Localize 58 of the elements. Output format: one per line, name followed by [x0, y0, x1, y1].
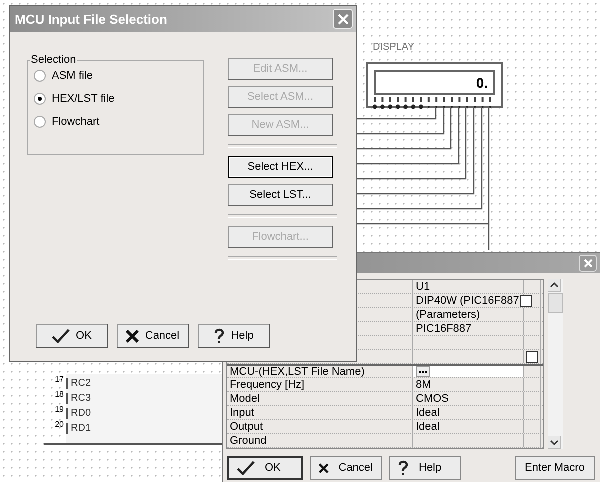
ok-button[interactable]: OK	[227, 456, 303, 480]
property-value: U1	[416, 280, 430, 292]
help-button[interactable]: Help	[198, 324, 270, 348]
property-name: Frequency [Hz]	[230, 378, 305, 390]
close-icon	[584, 258, 592, 268]
property-value: CMOS	[416, 392, 449, 404]
group-label: Selection	[30, 54, 78, 66]
property-name: Ground	[230, 434, 267, 446]
property-value: Ideal	[416, 420, 440, 432]
question-mark-icon	[398, 460, 409, 476]
ok-button[interactable]: OK	[36, 324, 108, 348]
cancel-button[interactable]: Cancel	[310, 456, 382, 480]
radio-button[interactable]	[34, 93, 46, 105]
property-value: Ideal	[416, 406, 440, 418]
radio-option[interactable]: Flowchart	[34, 116, 197, 128]
action-button[interactable]: Select LST...	[228, 184, 333, 206]
pin-label: RC2	[66, 378, 92, 389]
radio-button[interactable]	[34, 70, 46, 82]
property-name: Input	[230, 406, 254, 418]
radio-button[interactable]	[34, 116, 46, 128]
radio-option[interactable]: ASM file	[34, 70, 197, 82]
scrollbar[interactable]	[548, 279, 563, 449]
checkbox[interactable]	[526, 350, 538, 362]
check-icon	[237, 461, 255, 475]
property-value: (Parameters)	[416, 308, 480, 320]
property-name: MCU-(HEX,LST File Name)	[230, 366, 365, 378]
property-value: DIP40W (PIC16F887	[416, 294, 520, 306]
pin-number: 18	[54, 390, 64, 399]
close-icon	[319, 462, 329, 474]
browse-button[interactable]	[416, 366, 430, 377]
property-name: Output	[230, 420, 264, 432]
help-button[interactable]: Help	[389, 456, 461, 480]
property-value: 8M	[416, 378, 432, 390]
scroll-thumb[interactable]	[548, 293, 563, 313]
close-icon	[126, 330, 140, 342]
scroll-down-icon	[548, 436, 561, 449]
window-title: MCU Input File Selection	[15, 12, 168, 26]
pin-number: 17	[54, 375, 64, 384]
pin-number: 19	[54, 405, 64, 414]
close-button[interactable]	[579, 254, 597, 272]
display-value: 0.	[476, 74, 488, 90]
property-name: Model	[230, 392, 260, 404]
checkbox[interactable]	[520, 294, 532, 306]
scroll-up-icon	[548, 279, 561, 292]
cancel-button[interactable]: Cancel	[117, 324, 189, 348]
check-icon	[52, 329, 70, 343]
pin-label: RD1	[66, 423, 92, 434]
property-value: PIC16F887	[416, 322, 472, 334]
close-icon	[338, 14, 348, 24]
question-mark-icon	[214, 328, 226, 344]
close-button[interactable]	[333, 9, 353, 29]
pin-number: 20	[54, 420, 64, 429]
macro-button[interactable]: Enter Macro	[515, 456, 595, 480]
action-button[interactable]: Select HEX...	[228, 156, 333, 178]
pin-label: RD0	[66, 408, 92, 419]
radio-option[interactable]: HEX/LST file	[34, 93, 197, 105]
display-label: DISPLAY	[373, 42, 414, 53]
pin-label: RC3	[66, 393, 92, 404]
